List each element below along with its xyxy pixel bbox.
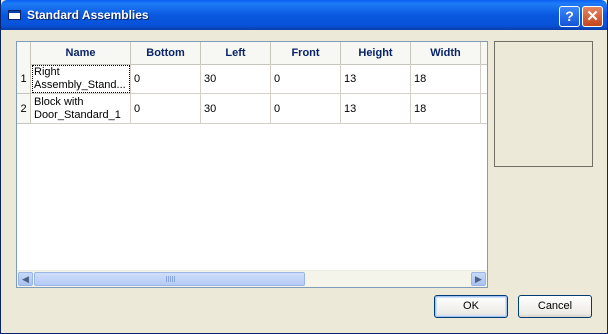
name-line: Assembly_Stand...	[34, 79, 126, 91]
close-button[interactable]: ✕	[582, 6, 603, 27]
row-header[interactable]: 1	[17, 64, 31, 94]
assemblies-grid[interactable]: Name Bottom Left Front Height Width 1 Ri…	[16, 41, 488, 288]
preview-panel	[494, 41, 593, 167]
table-cell-height[interactable]: 13	[341, 64, 411, 94]
table-cell-front[interactable]: 0	[271, 94, 341, 124]
column-header-front[interactable]: Front	[271, 42, 341, 64]
table-cell-overflow[interactable]	[481, 64, 487, 94]
table-cell-width[interactable]: 18	[411, 94, 481, 124]
column-header-left[interactable]: Left	[201, 42, 271, 64]
table-cell-width[interactable]: 18	[411, 64, 481, 94]
horizontal-scrollbar[interactable]: ◀ ▶	[17, 270, 487, 287]
scroll-left-icon[interactable]: ◀	[18, 272, 33, 286]
scroll-thumb[interactable]	[34, 272, 305, 286]
table-cell-height[interactable]: 13	[341, 94, 411, 124]
table-cell-name[interactable]: Right Assembly_Stand...	[31, 64, 131, 94]
column-header-name[interactable]: Name	[31, 42, 131, 64]
column-header-height[interactable]: Height	[341, 42, 411, 64]
table-cell-bottom[interactable]: 0	[131, 94, 201, 124]
ok-button[interactable]: OK	[434, 295, 508, 318]
column-header-bottom[interactable]: Bottom	[131, 42, 201, 64]
help-button[interactable]: ?	[559, 6, 580, 27]
grid-corner[interactable]	[17, 42, 31, 64]
table-cell-overflow[interactable]	[481, 94, 487, 124]
name-line: Block with	[34, 96, 84, 108]
cancel-button[interactable]: Cancel	[518, 295, 592, 318]
title-bar[interactable]: Standard Assemblies ? ✕	[1, 0, 607, 30]
grid-header: Name Bottom Left Front Height Width	[17, 42, 487, 65]
table-cell-left[interactable]: 30	[201, 64, 271, 94]
column-header-width[interactable]: Width	[411, 42, 481, 64]
row-header[interactable]: 2	[17, 94, 31, 124]
grip-icon	[166, 276, 175, 282]
table-cell-name[interactable]: Block with Door_Standard_1	[31, 94, 131, 124]
table-cell-bottom[interactable]: 0	[131, 64, 201, 94]
name-line: Right	[34, 66, 60, 78]
table-cell-front[interactable]: 0	[271, 64, 341, 94]
scroll-right-icon[interactable]: ▶	[471, 272, 486, 286]
table-cell-left[interactable]: 30	[201, 94, 271, 124]
name-line: Door_Standard_1	[34, 109, 121, 121]
window-icon	[8, 10, 21, 20]
standard-assemblies-dialog: Standard Assemblies ? ✕ Name Bottom Left…	[0, 0, 608, 334]
window-title: Standard Assemblies	[27, 8, 149, 22]
column-header-overflow	[481, 42, 487, 64]
